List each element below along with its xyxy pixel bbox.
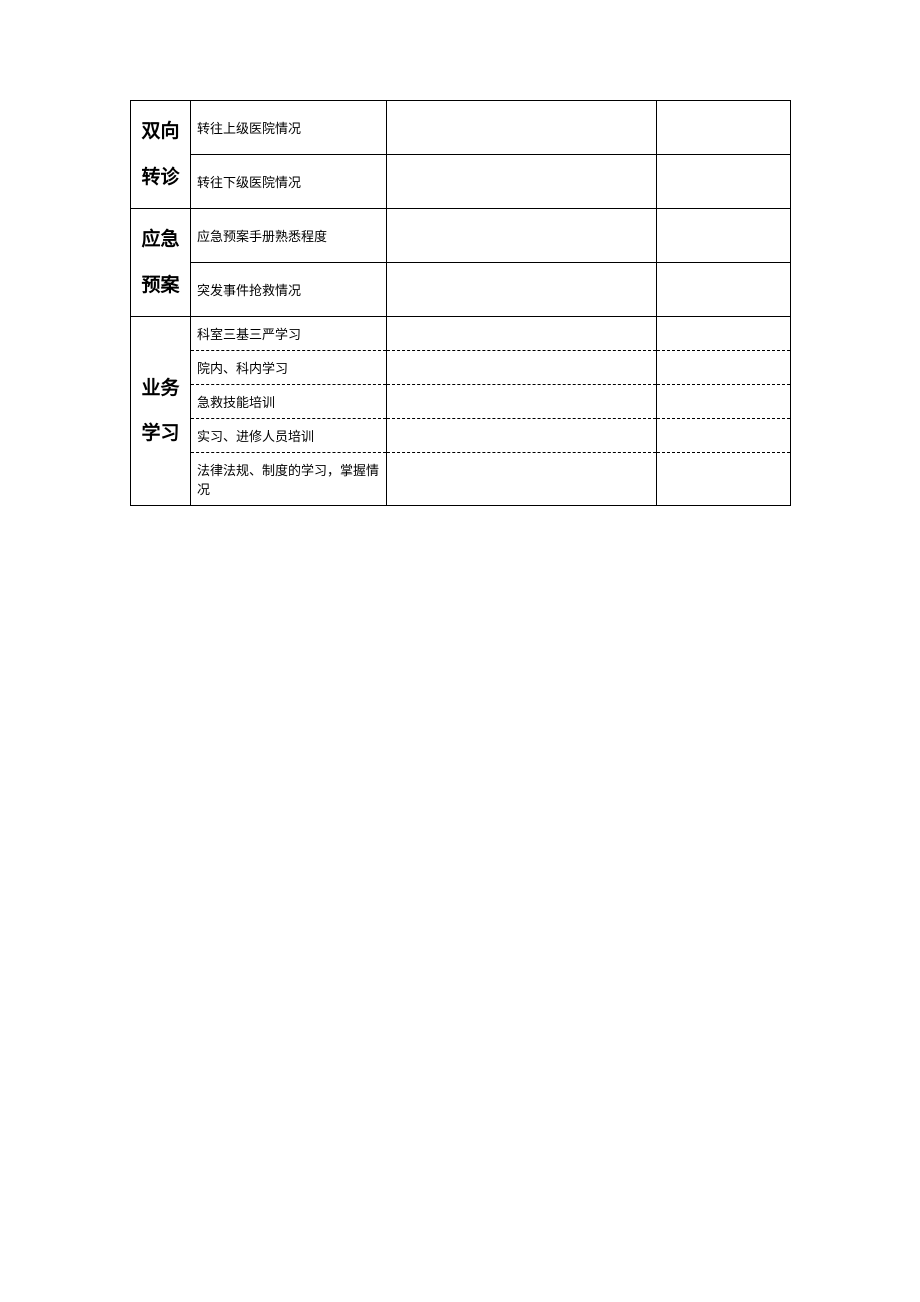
blank-cell (657, 317, 791, 351)
blank-cell (657, 453, 791, 506)
blank-cell (657, 155, 791, 209)
assessment-table: 双向转诊 转往上级医院情况 转往下级医院情况 应急预案 应急预案手册熟悉程度 突… (130, 100, 791, 506)
blank-cell (387, 317, 657, 351)
table-row: 应急预案 应急预案手册熟悉程度 (131, 209, 791, 263)
item-cell: 应急预案手册熟悉程度 (191, 209, 387, 263)
blank-cell (657, 385, 791, 419)
table-row: 法律法规、制度的学习，掌握情况 (131, 453, 791, 506)
table-row: 业务学习 科室三基三严学习 (131, 317, 791, 351)
item-cell: 法律法规、制度的学习，掌握情况 (191, 453, 387, 506)
blank-cell (387, 263, 657, 317)
item-cell: 实习、进修人员培训 (191, 419, 387, 453)
blank-cell (387, 351, 657, 385)
item-cell: 院内、科内学习 (191, 351, 387, 385)
item-cell: 转往上级医院情况 (191, 101, 387, 155)
category-cell: 业务学习 (131, 317, 191, 506)
blank-cell (387, 385, 657, 419)
blank-cell (387, 155, 657, 209)
blank-cell (387, 453, 657, 506)
blank-cell (657, 419, 791, 453)
item-cell: 突发事件抢救情况 (191, 263, 387, 317)
blank-cell (387, 419, 657, 453)
blank-cell (387, 101, 657, 155)
blank-cell (387, 209, 657, 263)
table-row: 转往下级医院情况 (131, 155, 791, 209)
table-row: 急救技能培训 (131, 385, 791, 419)
blank-cell (657, 351, 791, 385)
category-cell: 双向转诊 (131, 101, 191, 209)
blank-cell (657, 209, 791, 263)
item-cell: 转往下级医院情况 (191, 155, 387, 209)
table-row: 双向转诊 转往上级医院情况 (131, 101, 791, 155)
table-row: 实习、进修人员培训 (131, 419, 791, 453)
table-row: 院内、科内学习 (131, 351, 791, 385)
item-cell: 科室三基三严学习 (191, 317, 387, 351)
blank-cell (657, 263, 791, 317)
item-cell: 急救技能培训 (191, 385, 387, 419)
blank-cell (657, 101, 791, 155)
table-row: 突发事件抢救情况 (131, 263, 791, 317)
category-cell: 应急预案 (131, 209, 191, 317)
